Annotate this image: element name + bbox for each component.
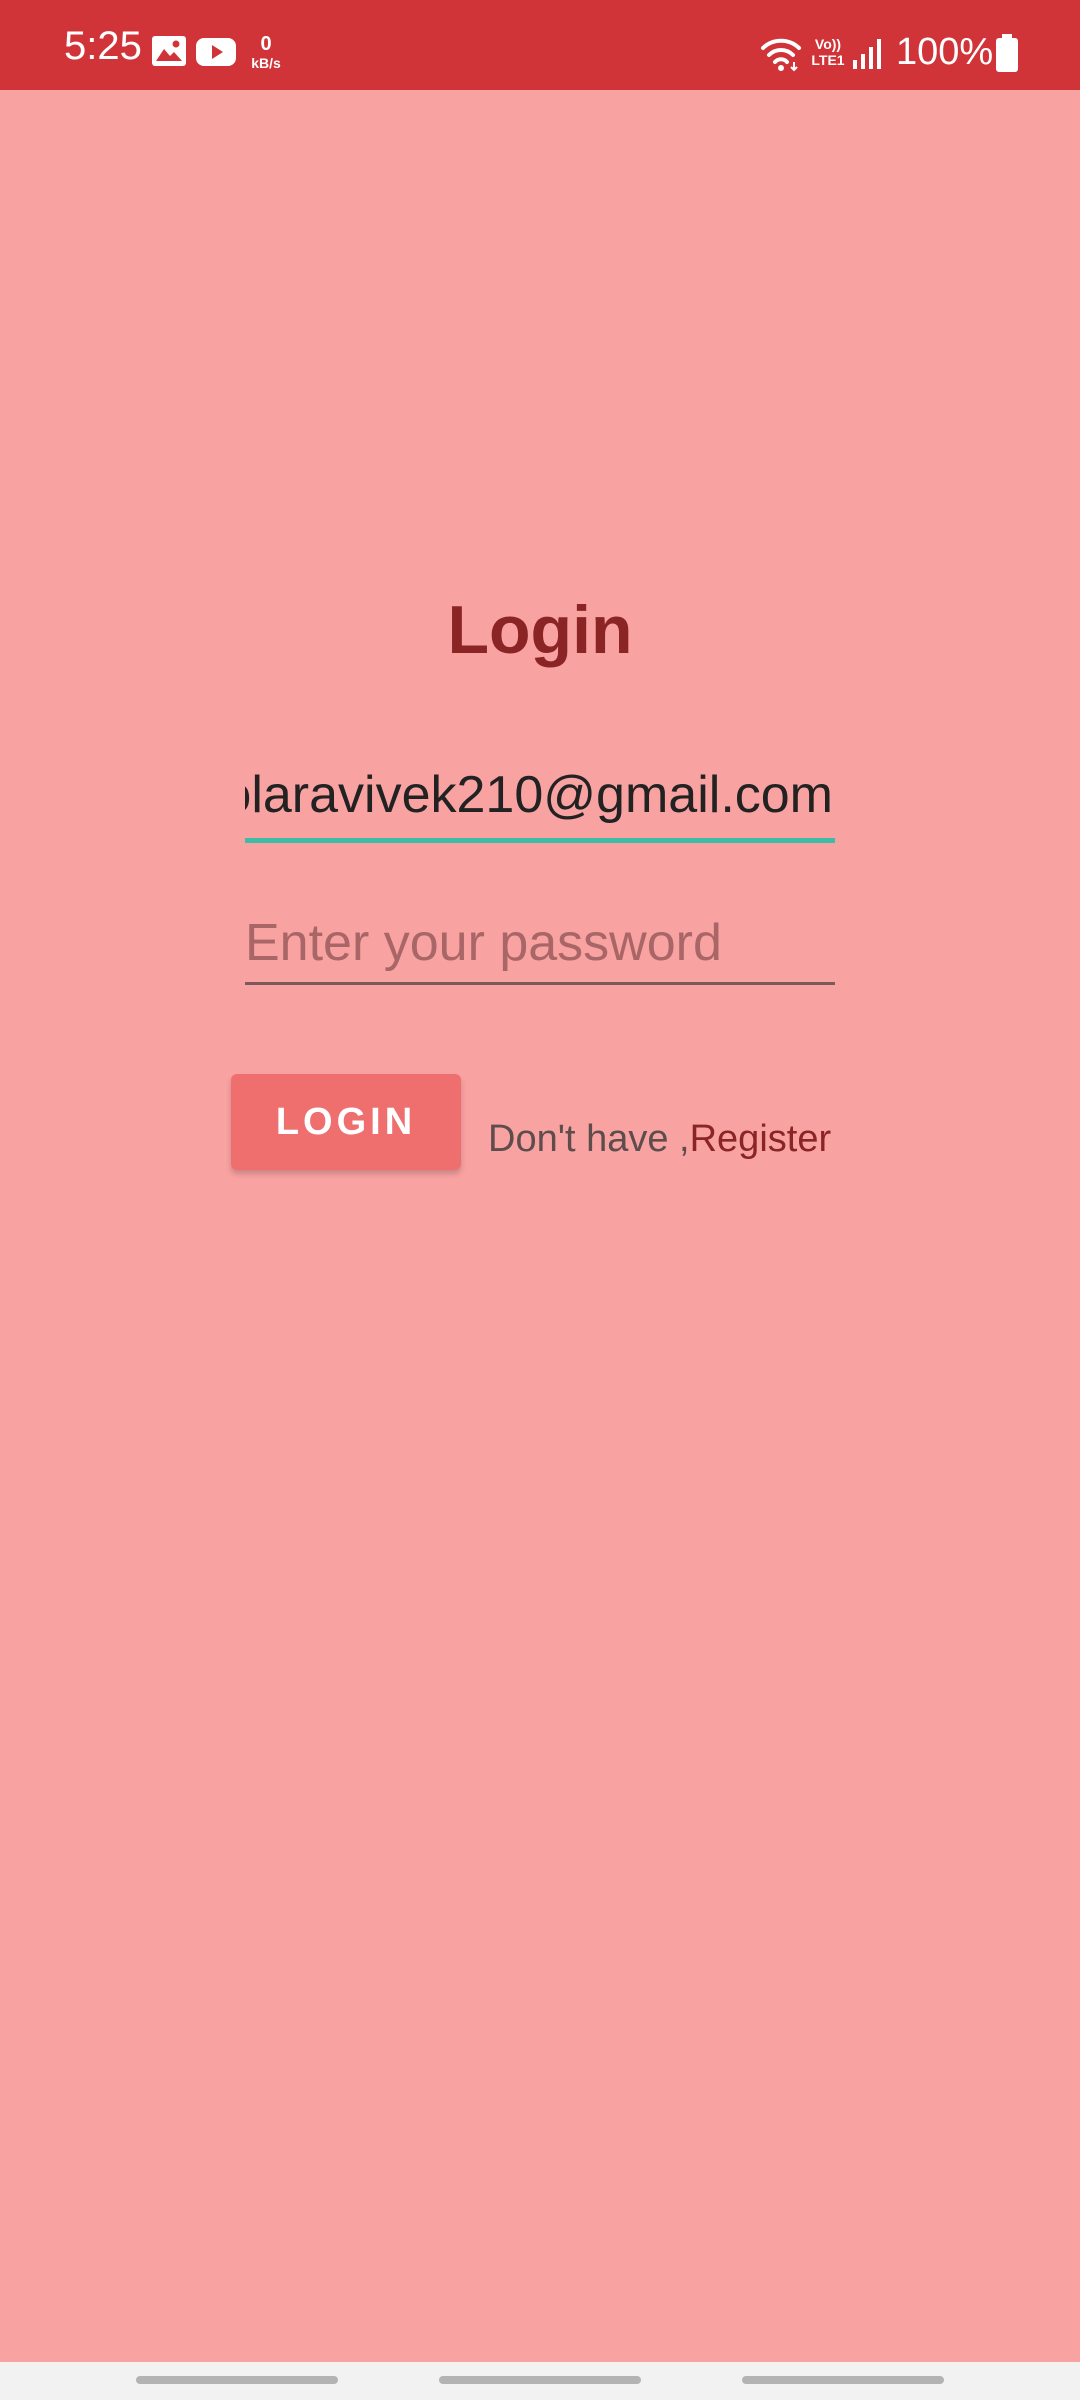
- net-speed-unit: kB/s: [251, 55, 281, 71]
- nav-handle-center[interactable]: [439, 2376, 641, 2384]
- email-value: polaravivek210@gmail.com: [245, 766, 833, 824]
- status-bar: 5:25 0 kB/s Vo)) LTE1 100%: [0, 0, 1080, 90]
- gallery-icon: [152, 36, 186, 71]
- login-button[interactable]: LOGIN: [231, 1074, 461, 1170]
- email-field[interactable]: polaravivek210@gmail.com: [245, 756, 835, 843]
- page-title: Login: [447, 592, 633, 668]
- status-time: 5:25: [64, 24, 142, 68]
- battery-icon: [996, 34, 1018, 77]
- password-placeholder: Enter your password: [245, 914, 722, 972]
- register-link-label: Register: [689, 1118, 832, 1160]
- youtube-icon: [196, 38, 236, 71]
- nav-handle-left[interactable]: [136, 2376, 338, 2384]
- volte-top-label: Vo)): [814, 36, 842, 52]
- signal-icon: [852, 38, 882, 75]
- wifi-icon: [760, 36, 802, 77]
- navigation-bar: [0, 2362, 1080, 2400]
- password-field[interactable]: Enter your password: [245, 904, 835, 985]
- net-speed-value: 0: [260, 33, 272, 55]
- register-prefix: Don't have ,: [488, 1118, 690, 1160]
- battery-percentage: 100%: [896, 31, 994, 73]
- volte-indicator: Vo)) LTE1: [808, 36, 848, 68]
- login-screen: 5:25 0 kB/s Vo)) LTE1 100% Login polarav…: [0, 0, 1080, 2400]
- volte-bottom-label: LTE1: [811, 52, 845, 68]
- register-link[interactable]: Don't have ,Register: [488, 1116, 831, 1162]
- nav-handle-right[interactable]: [742, 2376, 944, 2384]
- net-speed-indicator: 0 kB/s: [246, 34, 286, 70]
